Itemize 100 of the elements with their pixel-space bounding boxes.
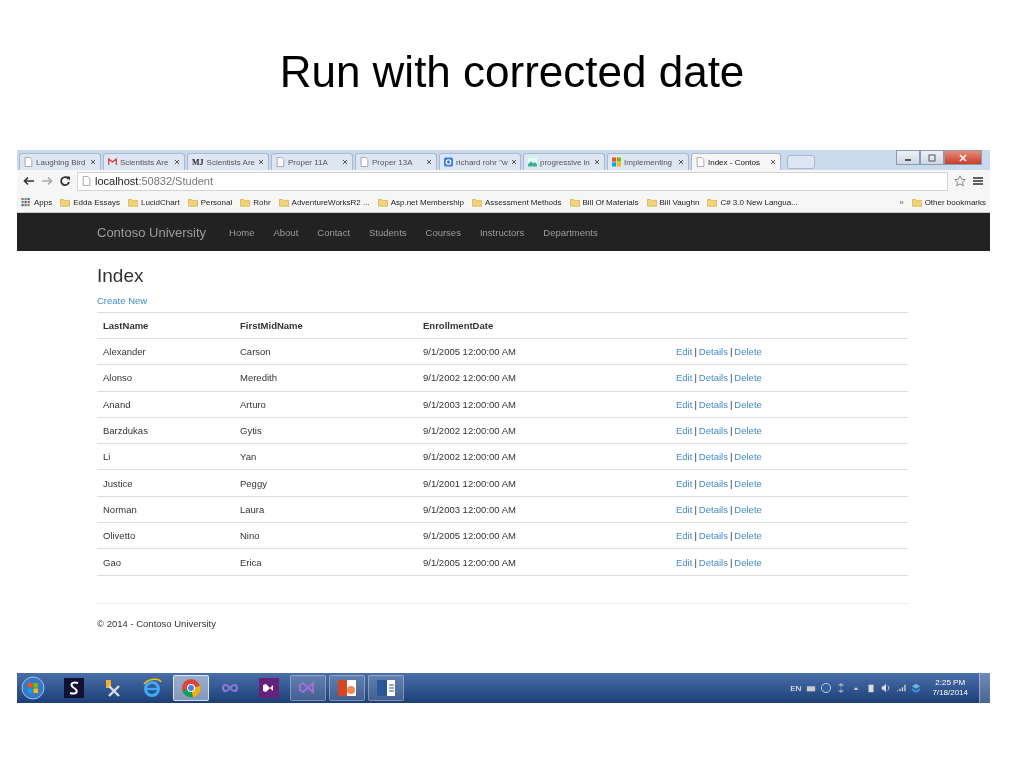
close-icon[interactable] [510, 159, 517, 165]
close-icon[interactable] [678, 159, 684, 165]
close-icon[interactable] [90, 159, 96, 165]
address-field[interactable]: localhost:50832/Student [77, 171, 948, 191]
action-link[interactable]: Delete [734, 503, 762, 515]
bookmark[interactable]: Bill Of Materials [569, 197, 639, 207]
speaker-icon[interactable] [881, 683, 892, 693]
action-link[interactable]: Details [698, 398, 728, 410]
bookmark[interactable]: Assessment Methods [472, 197, 562, 207]
slide-title: Run with corrected date [278, 46, 746, 98]
browser-tab[interactable]: progressive in [523, 153, 605, 170]
nav-link[interactable]: About [273, 226, 299, 238]
clock-date[interactable]: 7/18/2014 [932, 688, 968, 698]
close-icon[interactable] [174, 159, 180, 165]
action-link[interactable]: Delete [734, 372, 762, 384]
bookmark[interactable]: AdventureWorksR2 ... [278, 197, 370, 207]
action-link[interactable]: Edit [676, 372, 693, 384]
browser-tab[interactable]: Implementing [607, 153, 689, 170]
bookmark[interactable]: Apps [21, 197, 53, 207]
action-link[interactable]: Details [698, 556, 728, 568]
nav-link[interactable]: Instructors [479, 226, 525, 238]
folder-icon [569, 197, 580, 207]
apps-grid-icon [21, 197, 31, 207]
power-icon[interactable] [866, 683, 877, 693]
action-link[interactable]: Details [698, 451, 728, 463]
ribbon-icon [259, 678, 279, 698]
action-link[interactable]: Delete [734, 346, 762, 358]
nav-link[interactable]: Contact [317, 226, 351, 238]
bookmark[interactable]: LucidChart [127, 197, 180, 207]
action-link[interactable]: Delete [734, 425, 762, 437]
bookmark[interactable]: Asp.net Membership [377, 197, 465, 207]
help-icon[interactable] [821, 683, 832, 693]
bookmark[interactable]: Other bookmarks [911, 197, 986, 207]
action-link[interactable]: Details [698, 372, 728, 384]
action-link[interactable]: Delete [734, 530, 762, 542]
browser-tab[interactable]: Scientists Are [103, 153, 185, 170]
page-icon [24, 157, 33, 167]
taskbar-app[interactable] [329, 675, 365, 701]
keyboard-icon[interactable] [806, 683, 817, 693]
action-link[interactable]: Details [698, 425, 728, 437]
action-link[interactable]: Edit [676, 530, 693, 542]
mail-icon [108, 157, 117, 167]
brand-link[interactable]: Contoso University [97, 224, 207, 240]
nav-link[interactable]: Departments [543, 226, 598, 238]
bookmark[interactable]: Edda Essays [60, 197, 120, 207]
action-link[interactable]: Edit [676, 398, 693, 410]
more-bookmarks-button[interactable]: » [899, 197, 904, 207]
browser-tab[interactable]: richard rohr "w [439, 153, 521, 170]
action-link[interactable]: Details [698, 503, 728, 515]
action-link[interactable]: Details [698, 477, 728, 489]
action-link[interactable]: Edit [676, 425, 693, 437]
create-new-link[interactable]: Create New [97, 295, 148, 306]
close-button[interactable] [944, 150, 982, 165]
close-icon[interactable] [594, 159, 600, 165]
bookmark[interactable]: Personal [187, 197, 233, 207]
footer-text: © 2014 - Contoso University [97, 617, 217, 629]
action-link[interactable]: Delete [734, 477, 762, 489]
maximize-icon [927, 153, 937, 162]
bookmark[interactable]: Bill Vaughn [646, 197, 700, 207]
action-link[interactable]: Delete [734, 398, 762, 410]
close-icon[interactable] [770, 159, 776, 165]
table-cell: Norman [97, 496, 234, 523]
menu-icon[interactable] [972, 175, 984, 187]
show-desktop-button[interactable] [979, 673, 990, 703]
action-link[interactable]: Delete [734, 451, 762, 463]
clock-time[interactable]: 2:25 PM [935, 678, 966, 688]
nav-link[interactable]: Students [369, 226, 407, 238]
action-link[interactable]: Delete [734, 556, 762, 568]
nav-link[interactable]: Courses [425, 226, 461, 238]
action-link[interactable]: Details [698, 346, 728, 358]
close-icon[interactable] [342, 159, 348, 165]
action-link[interactable]: Edit [676, 451, 693, 463]
reload-icon[interactable] [59, 175, 71, 187]
action-link[interactable]: Edit [676, 477, 693, 489]
action-link[interactable]: Edit [676, 556, 693, 568]
action-link[interactable]: Edit [676, 346, 693, 358]
browser-tab[interactable]: Laughing Bird [19, 153, 101, 170]
nav-link[interactable]: Home [229, 226, 255, 238]
browser-tab[interactable]: Index - Contos [691, 153, 781, 170]
taskbar-app[interactable] [368, 675, 404, 701]
folder-icon [707, 197, 718, 207]
bookmark[interactable]: Rohr [240, 197, 271, 207]
minimize-button[interactable] [896, 150, 920, 165]
back-icon[interactable] [23, 175, 35, 187]
action-link[interactable]: Edit [676, 503, 693, 515]
browser-tab[interactable]: Proper 11A [271, 153, 353, 170]
action-link[interactable]: Details [698, 530, 728, 542]
close-icon[interactable] [426, 159, 432, 165]
table-cell: Meredith [234, 364, 417, 392]
close-icon[interactable] [258, 159, 265, 165]
separator: | [694, 346, 697, 358]
bookmark[interactable]: C# 3.0 New Langua... [707, 197, 798, 207]
separator: | [729, 451, 733, 463]
star-icon[interactable] [954, 175, 966, 187]
start-button[interactable] [21, 676, 45, 700]
signal-icon[interactable] [896, 683, 907, 693]
language-indicator[interactable]: EN [790, 683, 802, 693]
box-icon[interactable] [911, 683, 922, 693]
browser-tab[interactable]: Proper 13A [355, 153, 437, 170]
browser-tab[interactable]: MJ Scientists Are [187, 153, 269, 170]
